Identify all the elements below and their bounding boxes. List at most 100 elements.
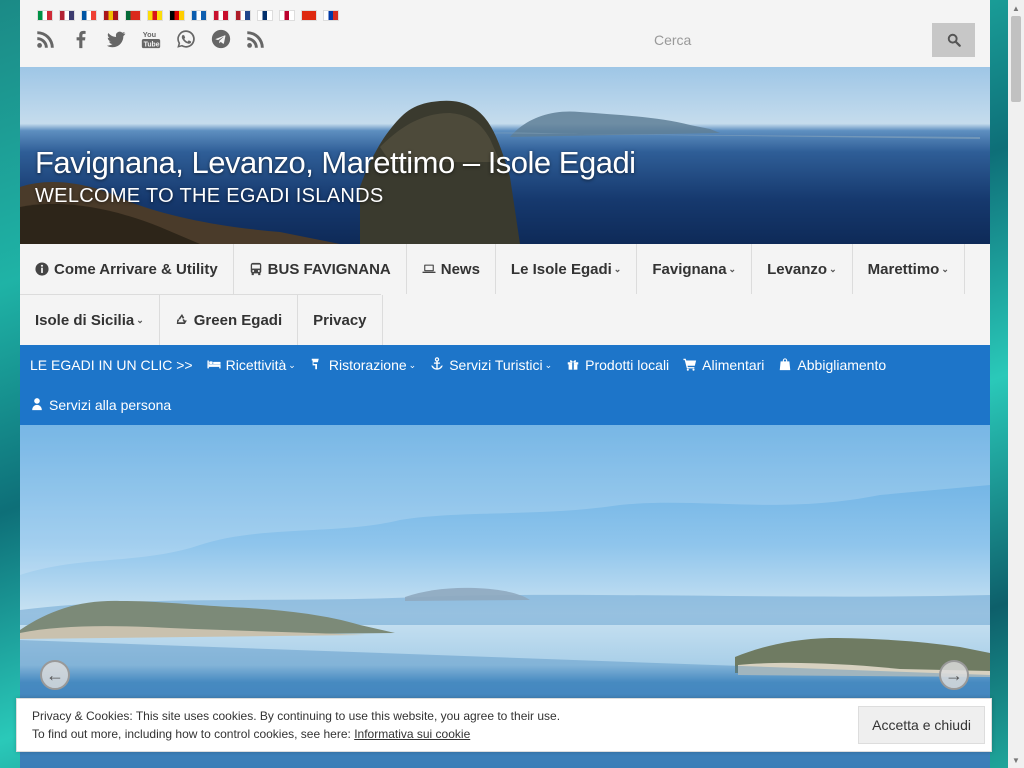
bus-icon <box>249 262 263 276</box>
youtube-icon[interactable]: You Tube <box>139 27 163 51</box>
site-tagline: WELCOME TO THE EGADI ISLANDS <box>35 185 384 207</box>
main-nav-item-label: Le Isole Egadi <box>510 260 612 278</box>
user-icon <box>30 397 49 414</box>
sub-nav-item-ricettivit[interactable]: Ricettività ⌄ <box>207 357 296 374</box>
sub-nav-item-prodotti-locali[interactable]: Prodotti locali <box>566 357 669 374</box>
main-navigation: Come Arrivare & Utility BUS FAVIGNANA News… <box>20 244 990 345</box>
main-nav-item-le-isole-egadi[interactable]: Le Isole Egadi ⌄ <box>496 244 638 294</box>
sub-nav-item-servizi-alla-persona[interactable]: Servizi alla persona <box>30 397 171 414</box>
main-nav-item-privacy[interactable]: Privacy <box>298 295 383 345</box>
cookie-policy-link[interactable]: Informativa sui cookie <box>354 727 470 741</box>
gift-icon <box>566 357 585 374</box>
slider-prev-button[interactable]: ← <box>40 660 70 690</box>
main-nav-item-label: News <box>440 260 480 278</box>
slider-next-button[interactable]: → <box>939 660 969 690</box>
flag-el[interactable] <box>191 10 207 21</box>
chevron-down-icon: ⌄ <box>408 359 417 370</box>
sub-nav-item-ristorazione[interactable]: Ristorazione ⌄ <box>310 357 416 374</box>
search-form <box>642 23 975 57</box>
main-nav-item-marettimo[interactable]: Marettimo ⌄ <box>853 244 965 294</box>
sub-nav-item-label: Prodotti locali <box>585 357 670 373</box>
scrollbar[interactable]: ▲ ▼ <box>1008 0 1024 768</box>
site-header: Favignana, Levanzo, Marettimo – Isole Eg… <box>20 67 990 244</box>
info-icon <box>35 262 49 276</box>
scroll-up-arrow[interactable]: ▲ <box>1008 0 1024 16</box>
chevron-down-icon: ⌄ <box>941 263 949 274</box>
main-nav-item-label: Green Egadi <box>193 311 283 329</box>
cookie-banner: Privacy & Cookies: This site uses cookie… <box>16 698 992 752</box>
sub-nav-item-label: Servizi alla persona <box>49 397 172 413</box>
main-nav-item-favignana[interactable]: Favignana ⌄ <box>637 244 753 294</box>
main-nav-item-label: BUS FAVIGNANA <box>267 260 391 278</box>
sub-nav-item-label: Abbigliamento <box>797 357 887 373</box>
page: You Tube Favignana, Levanzo, Marettimo – … <box>20 0 990 768</box>
sub-nav-item-abbigliamento[interactable]: Abbigliamento <box>778 357 886 374</box>
sub-nav-item-label: Servizi Turistici <box>449 357 543 373</box>
chevron-down-icon: ⌄ <box>544 359 553 370</box>
twitter-icon[interactable] <box>104 27 128 51</box>
sub-nav-item-servizi-turistici[interactable]: Servizi Turistici ⌄ <box>430 356 553 374</box>
whatsapp-icon[interactable] <box>174 27 198 51</box>
search-input[interactable] <box>642 23 932 57</box>
cart-icon <box>683 357 702 374</box>
cookie-text-more: To find out more, including how to contr… <box>32 727 355 741</box>
sub-nav-item-alimentari[interactable]: Alimentari <box>683 357 764 374</box>
search-icon <box>947 33 961 47</box>
sub-nav-item-label: LE EGADI IN UN CLIC >> <box>30 357 193 373</box>
sub-nav-item-le-egadi-in-un-clic[interactable]: LE EGADI IN UN CLIC >> <box>30 357 193 373</box>
sub-nav-item-label: Ricettività <box>225 357 287 373</box>
scroll-down-arrow[interactable]: ▼ <box>1008 752 1024 768</box>
main-nav-item-isole-di-sicilia[interactable]: Isole di Sicilia ⌄ <box>20 295 160 345</box>
telegram-icon[interactable] <box>209 27 233 51</box>
flag-ru[interactable] <box>323 10 339 21</box>
scrollbar-thumb[interactable] <box>1011 16 1021 102</box>
main-nav-item-levanzo[interactable]: Levanzo ⌄ <box>752 244 853 294</box>
chevron-down-icon: ⌄ <box>288 359 296 370</box>
chevron-down-icon: ⌄ <box>728 263 737 274</box>
sub-nav-item-label: Ristorazione <box>328 357 407 373</box>
secondary-navigation: LE EGADI IN UN CLIC >> Ricettività ⌄ Ristor… <box>20 345 990 425</box>
flag-nl[interactable] <box>235 10 251 21</box>
main-nav-item-label: Privacy <box>313 311 367 329</box>
flag-ca[interactable] <box>147 10 163 21</box>
flag-de[interactable] <box>169 10 185 21</box>
svg-text:Tube: Tube <box>144 41 160 48</box>
main-nav-item-label: Isole di Sicilia <box>35 311 135 329</box>
flag-fi[interactable] <box>257 10 273 21</box>
flag-zh[interactable] <box>301 10 317 21</box>
recycle-icon <box>175 313 189 327</box>
main-nav-item-green-egadi[interactable]: Green Egadi <box>160 295 299 345</box>
language-flags <box>37 10 339 21</box>
flag-fr[interactable] <box>81 10 97 21</box>
main-nav-item-label: Come Arrivare & Utility <box>54 260 218 278</box>
sub-nav-item-label: Alimentari <box>702 357 765 373</box>
main-nav-item-come-arrivare-utility[interactable]: Come Arrivare & Utility <box>20 244 234 294</box>
flag-es[interactable] <box>103 10 119 21</box>
main-nav-item-label: Favignana <box>652 260 727 278</box>
chevron-down-icon: ⌄ <box>829 263 837 274</box>
main-nav-item-bus-favignana[interactable]: BUS FAVIGNANA <box>234 244 407 294</box>
flag-da[interactable] <box>213 10 229 21</box>
cutlery-icon <box>310 357 329 374</box>
rss-icon[interactable] <box>244 27 268 51</box>
site-title[interactable]: Favignana, Levanzo, Marettimo – Isole Eg… <box>35 145 636 181</box>
bed-icon <box>207 357 226 374</box>
rss-icon[interactable] <box>34 27 58 51</box>
flag-pt[interactable] <box>125 10 141 21</box>
accept-cookies-button[interactable]: Accetta e chiudi <box>858 706 985 744</box>
search-button[interactable] <box>932 23 975 57</box>
top-bar: You Tube <box>20 0 990 67</box>
facebook-icon[interactable] <box>69 27 93 51</box>
bag-icon <box>778 357 797 374</box>
main-nav-item-label: Marettimo <box>867 260 940 278</box>
flag-it[interactable] <box>37 10 53 21</box>
chevron-down-icon: ⌄ <box>613 263 622 274</box>
main-nav-item-news[interactable]: News <box>407 244 496 294</box>
flag-ja[interactable] <box>279 10 295 21</box>
flag-en-us[interactable] <box>59 10 75 21</box>
laptop-icon <box>422 262 436 276</box>
chevron-down-icon: ⌄ <box>136 314 144 325</box>
main-nav-item-label: Levanzo <box>767 260 828 278</box>
anchor-icon <box>430 356 449 374</box>
svg-text:You: You <box>143 30 156 39</box>
